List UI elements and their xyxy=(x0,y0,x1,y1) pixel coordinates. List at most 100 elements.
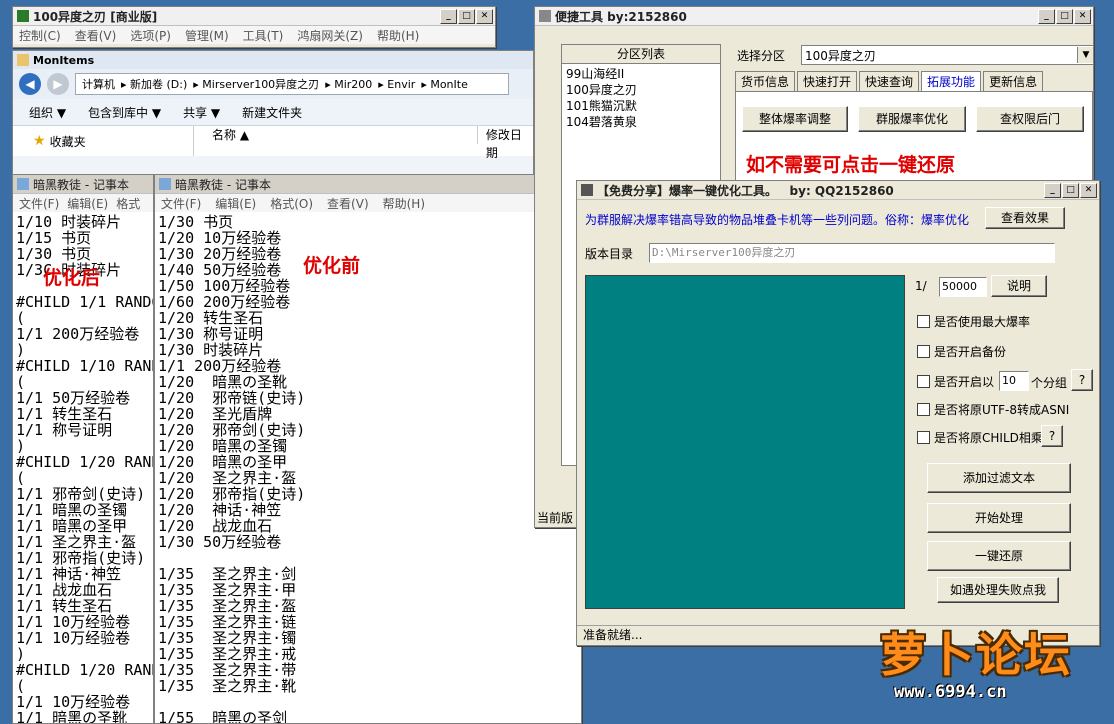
dir-label: 版本目录 xyxy=(585,247,634,261)
breadcrumb-item-4[interactable]: ▸ Envir xyxy=(378,78,415,91)
np-left-menu-item-2[interactable]: 格式 xyxy=(116,195,140,212)
favorites-pane[interactable]: ★ 收藏夹 xyxy=(13,126,193,156)
notepad-right-text[interactable]: 1/30 书页 1/20 10万经验卷 1/30 20万经验卷 1/40 50万… xyxy=(155,212,581,723)
np-right-menu-item-2[interactable]: 格式(O) xyxy=(270,195,313,212)
explorer-titlebar[interactable]: MonItems xyxy=(13,51,533,69)
column-name[interactable]: 名称 ▲ xyxy=(194,126,478,144)
backup-checkbox[interactable]: 是否开启备份 xyxy=(917,343,1006,360)
np-right-menu-item-3[interactable]: 查看(V) xyxy=(327,195,369,212)
group-help-button[interactable]: ? xyxy=(1071,369,1093,391)
tab-1[interactable]: 快速打开 xyxy=(797,71,858,91)
overlay-label-after: 优化后 xyxy=(43,267,101,289)
one-click-restore-button[interactable]: 一键还原 xyxy=(927,541,1071,571)
breadcrumb-item-5[interactable]: ▸ MonIte xyxy=(421,78,468,91)
group-checkbox[interactable]: 是否开启以 xyxy=(917,373,994,390)
main-menu-item-1[interactable]: 查看(V) xyxy=(75,27,117,44)
app-icon xyxy=(17,10,29,22)
opt-maximize-button[interactable]: □ xyxy=(1062,182,1079,198)
check-backdoor-button[interactable]: 查权限后门 xyxy=(976,106,1084,132)
overall-rate-button[interactable]: 整体爆率调整 xyxy=(742,106,848,132)
np-right-menu-item-1[interactable]: 编辑(E) xyxy=(215,195,256,212)
explorer-toolbar-item-1[interactable]: 包含到库中 ▼ xyxy=(88,104,161,121)
select-label: 选择分区 xyxy=(737,49,786,63)
view-effect-button[interactable]: 查看效果 xyxy=(985,207,1065,229)
explorer-window: MonItems ◀ ▶ 计算机 ▸ 新加卷 (D:) ▸ Mirserver100… xyxy=(12,50,534,176)
optimizer-status: 准备就绪... xyxy=(583,628,643,642)
star-icon: ★ xyxy=(33,133,46,149)
explorer-toolbar-item-2[interactable]: 共享 ▼ xyxy=(183,104,220,121)
group-rate-optimize-button[interactable]: 群服爆率优化 xyxy=(858,106,966,132)
main-window-titlebar[interactable]: 100异度之刃 [商业版] _ □ ✕ xyxy=(13,7,495,26)
opt-close-button[interactable]: ✕ xyxy=(1080,182,1097,198)
tool-app-icon xyxy=(539,10,551,22)
tool-minimize-button[interactable]: _ xyxy=(1038,8,1055,24)
main-menu-item-5[interactable]: 鸿扇网关(Z) xyxy=(297,27,363,44)
main-menu-item-3[interactable]: 管理(M) xyxy=(185,27,229,44)
partition-select[interactable]: 100异度之刃 ▼ xyxy=(801,45,1093,65)
forward-icon[interactable]: ▶ xyxy=(47,73,69,95)
tool-title: 便捷工具 by:2152860 xyxy=(555,9,687,24)
opt-minimize-button[interactable]: _ xyxy=(1044,182,1061,198)
explorer-toolbar-item-0[interactable]: 组织 ▼ xyxy=(29,104,66,121)
maximize-button[interactable]: □ xyxy=(458,8,475,24)
partition-item-3[interactable]: 104碧落黄泉 xyxy=(566,114,716,130)
partition-list-header: 分区列表 xyxy=(562,45,720,64)
child-multiply-checkbox[interactable]: 是否将原CHILD相乘 xyxy=(917,429,1043,446)
main-menu-item-6[interactable]: 帮助(H) xyxy=(377,27,419,44)
child-help-button[interactable]: ? xyxy=(1041,425,1063,447)
partition-item-1[interactable]: 100异度之刃 xyxy=(566,82,716,98)
tab-3[interactable]: 拓展功能 xyxy=(921,71,982,91)
utf8-checkbox[interactable]: 是否将原UTF-8转成ASNI xyxy=(917,401,1069,418)
notepad-right-menubar: 文件(F) 编辑(E) 格式(O) 查看(V) 帮助(H) xyxy=(155,194,581,212)
np-left-menu-item-1[interactable]: 编辑(E) xyxy=(67,195,108,212)
max-rate-checkbox[interactable]: 是否使用最大爆率 xyxy=(917,313,1030,330)
tab-4[interactable]: 更新信息 xyxy=(983,71,1044,91)
favorites-label: 收藏夹 xyxy=(49,134,86,149)
ratio-input[interactable]: 50000 xyxy=(939,277,987,297)
notepad-left-window: 暗黑教徒 - 记事本 文件(F) 编辑(E) 格式 1/10 时装碎片 1/15 书… xyxy=(12,174,154,724)
breadcrumb-item-0[interactable]: 计算机 xyxy=(82,76,115,92)
tool-close-button[interactable]: ✕ xyxy=(1074,8,1091,24)
tool-titlebar[interactable]: 便捷工具 by:2152860 _ □ ✕ xyxy=(535,7,1093,26)
start-process-button[interactable]: 开始处理 xyxy=(927,503,1071,533)
restore-hint: 如不需要可点击一键还原 xyxy=(746,154,956,176)
column-date[interactable]: 修改日期 xyxy=(478,126,533,160)
failure-help-button[interactable]: 如遇处理失败点我 xyxy=(937,577,1059,603)
close-button[interactable]: ✕ xyxy=(476,8,493,24)
tab-2[interactable]: 快速查询 xyxy=(859,71,920,91)
dir-input[interactable]: D:\Mirserver100异度之刃 xyxy=(649,243,1055,263)
minimize-button[interactable]: _ xyxy=(440,8,457,24)
notepad-right-titlebar[interactable]: 暗黑教徒 - 记事本 xyxy=(155,175,581,194)
partition-item-0[interactable]: 99山海经II xyxy=(566,66,716,82)
optimizer-titlebar[interactable]: 【免费分享】爆率一键优化工具。 by: QQ2152860 _ □ ✕ xyxy=(577,181,1099,200)
breadcrumb-item-2[interactable]: ▸ Mirserver100异度之刃 xyxy=(193,76,319,92)
explorer-toolbar-item-3[interactable]: 新建文件夹 xyxy=(242,104,302,121)
watermark-url: www.6994.cn xyxy=(894,682,1007,702)
tool-maximize-button[interactable]: □ xyxy=(1056,8,1073,24)
group-count-input[interactable]: 10 xyxy=(999,371,1029,391)
preview-panel[interactable] xyxy=(585,275,905,609)
np-right-menu-item-0[interactable]: 文件(F) xyxy=(161,195,201,212)
main-menu-item-4[interactable]: 工具(T) xyxy=(243,27,284,44)
main-menu-item-2[interactable]: 选项(P) xyxy=(130,27,171,44)
tool-status: 当前版 xyxy=(537,511,574,525)
notepad-right-title: 暗黑教徒 - 记事本 xyxy=(175,177,271,192)
chevron-down-icon[interactable]: ▼ xyxy=(1077,47,1093,63)
breadcrumb[interactable]: 计算机 ▸ 新加卷 (D:) ▸ Mirserver100异度之刃 ▸ Mir200 ▸… xyxy=(75,73,509,95)
tab-0[interactable]: 货币信息 xyxy=(735,71,796,91)
breadcrumb-item-3[interactable]: ▸ Mir200 xyxy=(325,78,372,91)
main-menubar: 控制(C) 查看(V) 选项(P) 管理(M) 工具(T) 鸿扇网关(Z) 帮助(H) xyxy=(13,26,495,44)
notepad-left-titlebar[interactable]: 暗黑教徒 - 记事本 xyxy=(13,175,153,194)
main-window: 100异度之刃 [商业版] _ □ ✕ 控制(C) 查看(V) 选项(P) 管理(M)… xyxy=(12,6,496,48)
main-menu-item-0[interactable]: 控制(C) xyxy=(19,27,61,44)
overlay-label-before: 优化前 xyxy=(303,255,361,277)
tool-tabs: 货币信息 快速打开 快速查询 拓展功能 更新信息 xyxy=(735,71,1045,91)
tab-panel: 整体爆率调整 群服爆率优化 查权限后门 如不需要可点击一键还原 xyxy=(735,91,1093,193)
explain-button[interactable]: 说明 xyxy=(991,275,1047,297)
np-right-menu-item-4[interactable]: 帮助(H) xyxy=(383,195,425,212)
np-left-menu-item-0[interactable]: 文件(F) xyxy=(19,195,59,212)
add-filter-button[interactable]: 添加过滤文本 xyxy=(927,463,1071,493)
back-icon[interactable]: ◀ xyxy=(19,73,41,95)
partition-item-2[interactable]: 101熊猫沉默 xyxy=(566,98,716,114)
breadcrumb-item-1[interactable]: ▸ 新加卷 (D:) xyxy=(121,76,187,92)
